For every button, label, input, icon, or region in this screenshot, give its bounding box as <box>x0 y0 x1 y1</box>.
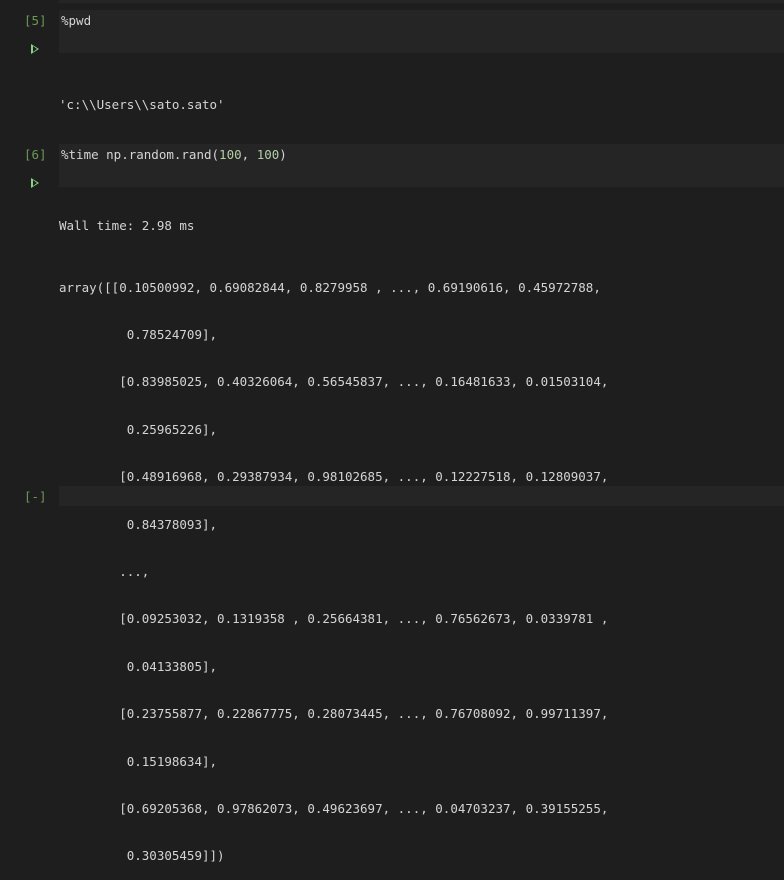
output-line: 0.30305459]]) <box>59 848 225 864</box>
source-separator: , <box>241 147 257 162</box>
code-cell-input[interactable]: %pwd <box>59 10 784 53</box>
array-output: array([[0.10500992, 0.69082844, 0.827995… <box>59 248 608 880</box>
execution-count-6: [6] <box>24 147 47 162</box>
output-line: [0.69205368, 0.97862073, 0.49623697, ...… <box>59 800 609 816</box>
output-line: 0.78524709], <box>59 326 218 342</box>
cell-output-text: 'c:\\Users\\sato.sato' <box>59 97 225 112</box>
source-prefix: %time np.random.rand( <box>61 147 220 162</box>
execution-count-5: [5] <box>24 13 47 28</box>
output-line: [0.83985025, 0.40326064, 0.56545837, ...… <box>59 374 609 390</box>
output-line: 0.04133805], <box>59 658 218 674</box>
source-number: 100 <box>256 147 280 162</box>
output-line: 0.15198634], <box>59 753 218 769</box>
source-suffix: ) <box>279 147 287 162</box>
output-line: 0.84378093], <box>59 516 218 532</box>
output-line: ..., <box>59 563 150 579</box>
output-line: [0.48916968, 0.29387934, 0.98102685, ...… <box>59 469 609 485</box>
run-cell-icon[interactable] <box>31 178 39 188</box>
output-line: [0.09253032, 0.1319358 , 0.25664381, ...… <box>59 611 609 627</box>
output-line: 0.25965226], <box>59 421 218 437</box>
output-line: [0.23755877, 0.22867775, 0.28073445, ...… <box>59 706 609 722</box>
source-number: 100 <box>219 147 242 162</box>
cell-source: %time np.random.rand(100, 100) <box>61 147 287 163</box>
code-cell-input[interactable]: %time np.random.rand(100, 100) <box>59 144 784 187</box>
wall-time-output: Wall time: 2.98 ms <box>59 218 195 233</box>
code-cell-input[interactable] <box>59 486 784 506</box>
run-cell-icon[interactable] <box>31 44 39 54</box>
cell-source: %pwd <box>61 13 92 28</box>
previous-cell-edge <box>59 0 784 3</box>
output-line: array([[0.10500992, 0.69082844, 0.827995… <box>59 279 601 295</box>
